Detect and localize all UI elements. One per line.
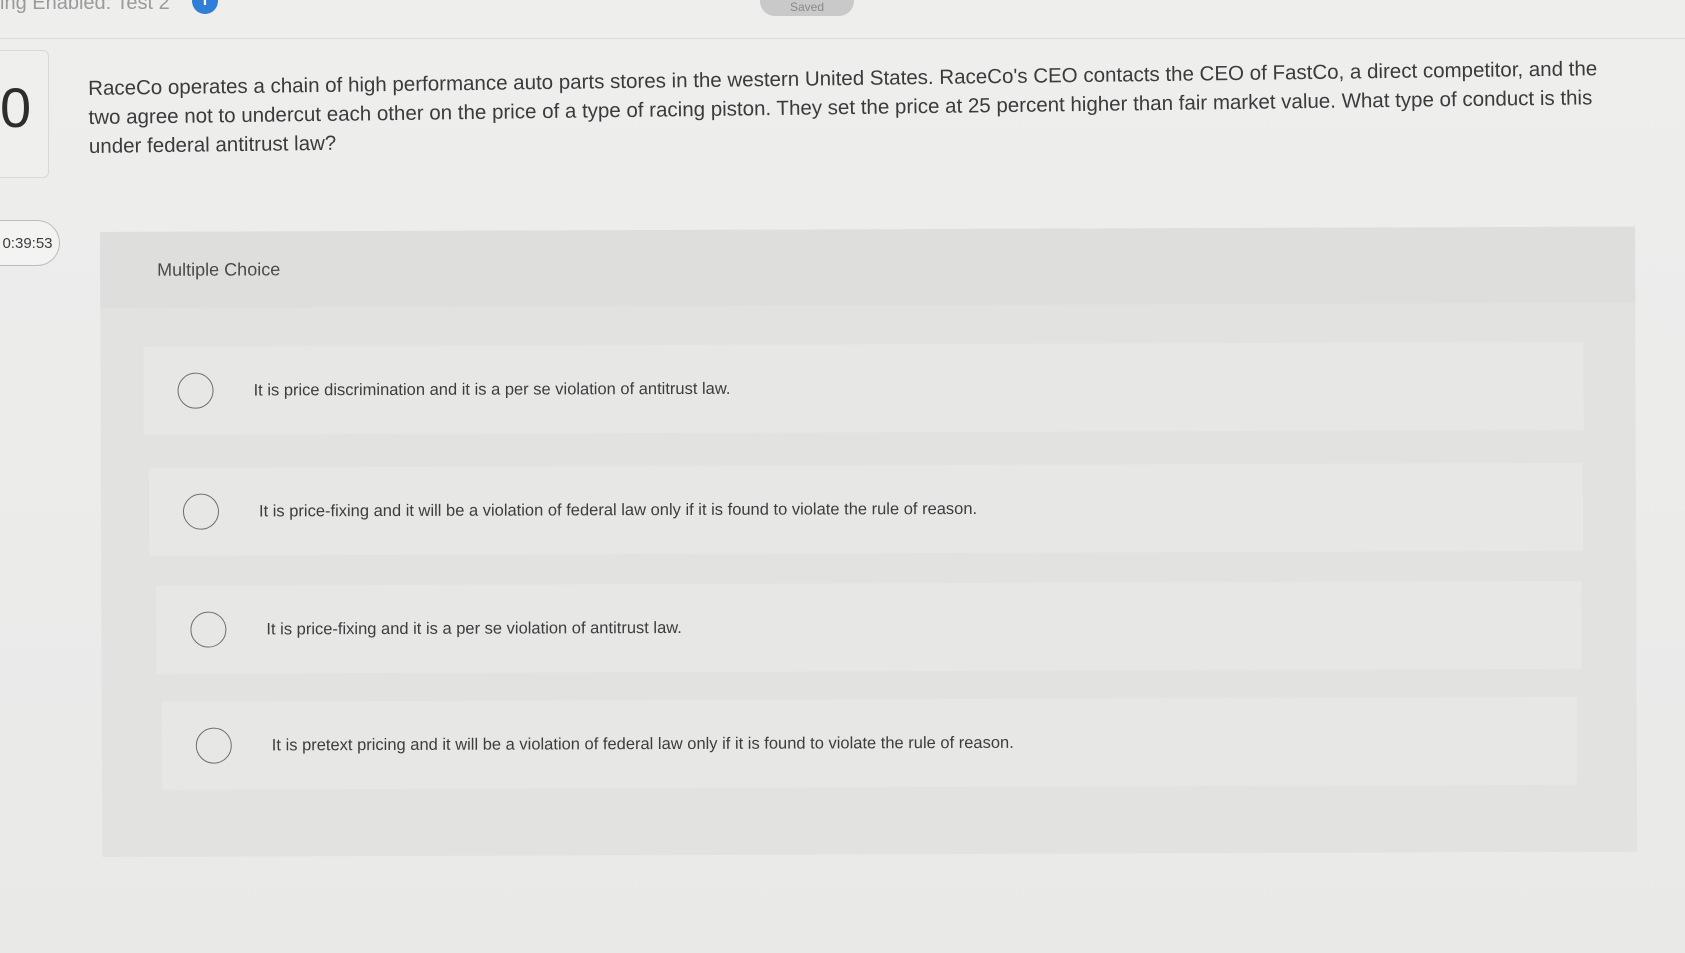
question-number: 0: [0, 76, 32, 139]
choice-option[interactable]: It is pretext pricing and it will be a v…: [161, 696, 1577, 790]
multiple-choice-panel: Multiple Choice It is price discriminati…: [100, 226, 1638, 857]
choice-panel-header: Multiple Choice: [100, 226, 1636, 308]
radio-button-icon[interactable]: [190, 611, 227, 648]
question-type-label: Multiple Choice: [157, 259, 281, 280]
top-bar: ing Enabled: Test 2 i Saved: [0, 0, 1685, 39]
radio-button-icon[interactable]: [177, 372, 214, 409]
timer-badge: 0:39:53: [0, 220, 60, 266]
choice-option-label[interactable]: It is price discrimination and it is a p…: [254, 379, 731, 400]
choice-option-label[interactable]: It is price-fixing and it is a per se vi…: [266, 618, 682, 638]
info-icon[interactable]: i: [192, 0, 218, 14]
choice-option[interactable]: It is price-fixing and it will be a viol…: [148, 462, 1584, 556]
assignment-title: ing Enabled: Test 2: [0, 0, 170, 14]
choice-option-label[interactable]: It is pretext pricing and it will be a v…: [272, 733, 1014, 755]
choice-option[interactable]: It is price discrimination and it is a p…: [143, 341, 1584, 435]
saved-status-badge: Saved: [760, 0, 854, 16]
radio-button-icon[interactable]: [195, 727, 232, 764]
question-prompt: RaceCo operates a chain of high performa…: [88, 57, 1598, 158]
page: ing Enabled: Test 2 i Saved 0 0:39:53 Ra…: [0, 0, 1685, 953]
choice-option[interactable]: It is price-fixing and it is a per se vi…: [156, 580, 1582, 674]
choice-option-label[interactable]: It is price-fixing and it will be a viol…: [259, 499, 977, 521]
radio-button-icon[interactable]: [182, 493, 220, 530]
